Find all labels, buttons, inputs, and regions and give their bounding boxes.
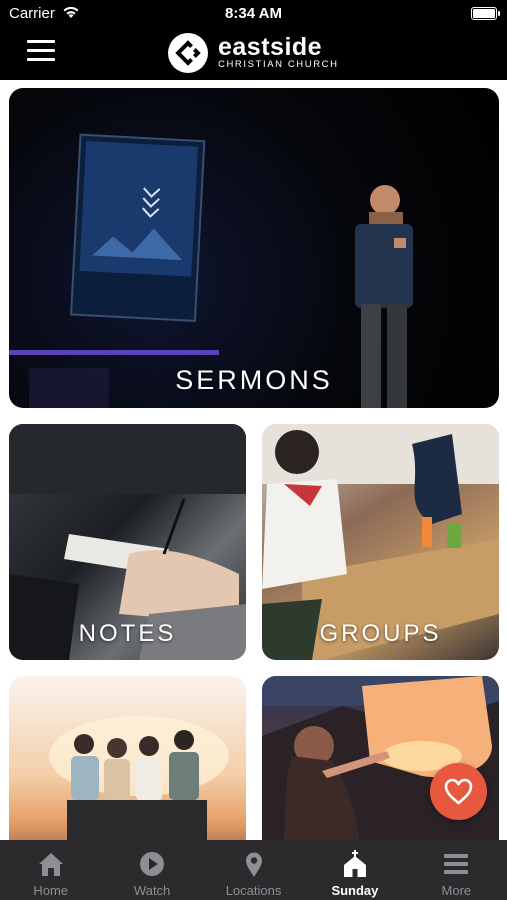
heart-icon <box>444 778 473 805</box>
tab-watch[interactable]: Watch <box>101 840 202 900</box>
sermons-photo <box>9 133 413 408</box>
sermons-label: SERMONS <box>175 365 333 395</box>
tab-home[interactable]: Home <box>0 840 101 900</box>
battery-icon <box>471 7 500 20</box>
logo-subtitle: CHRISTIAN CHURCH <box>218 59 339 70</box>
favorite-button[interactable] <box>430 763 487 820</box>
home-icon <box>38 853 63 876</box>
location-pin-icon <box>245 852 262 877</box>
play-icon <box>140 852 165 876</box>
hamburger-menu-icon[interactable] <box>27 40 55 64</box>
groups-tile[interactable]: GROUPS <box>262 424 499 660</box>
tab-locations[interactable]: Locations <box>203 840 304 900</box>
tab-sunday[interactable]: Sunday <box>304 840 405 900</box>
tab-more[interactable]: More <box>406 840 507 900</box>
tab-home-label: Home <box>33 883 69 898</box>
notes-tile[interactable]: NOTES <box>9 424 246 660</box>
more-lines-icon <box>444 854 469 874</box>
community-photo <box>49 716 229 840</box>
tab-more-label: More <box>441 883 472 898</box>
tab-watch-label: Watch <box>133 883 171 898</box>
groups-label: GROUPS <box>319 620 442 647</box>
logo-name: eastside <box>218 33 323 61</box>
clock: 8:34 AM <box>225 5 282 22</box>
church-logo: eastside CHRISTIAN CHURCH <box>167 31 339 75</box>
logo-mark-icon <box>168 33 208 73</box>
tab-bar: Home Watch Locations Sunday More <box>0 840 507 900</box>
app-header: eastside CHRISTIAN CHURCH <box>0 28 507 80</box>
community-tile[interactable] <box>9 676 246 840</box>
tab-sunday-label: Sunday <box>331 883 379 898</box>
sermons-tile[interactable]: SERMONS <box>9 88 499 408</box>
content-grid: SERMONS NOTES GROUPS <box>0 80 507 840</box>
status-bar: Carrier 8:34 AM <box>0 0 507 28</box>
notes-label: NOTES <box>78 620 177 647</box>
tab-locations-label: Locations <box>225 883 282 898</box>
church-icon <box>343 850 366 877</box>
